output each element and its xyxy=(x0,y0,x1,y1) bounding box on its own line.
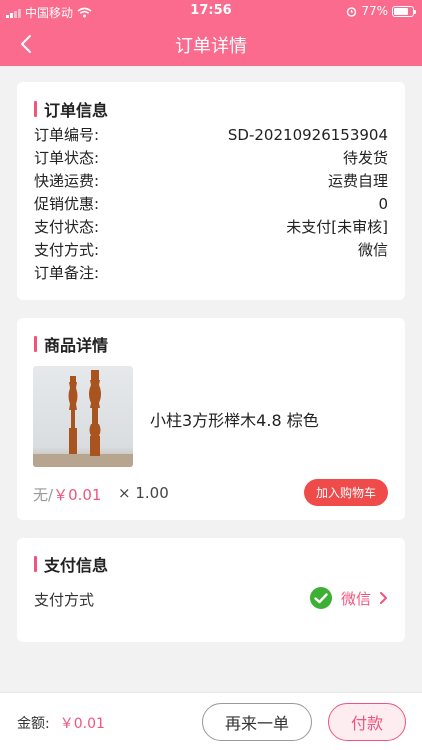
section-marker xyxy=(34,336,37,352)
section-marker xyxy=(34,101,37,117)
order-status-row: 订单状态: 待发货 xyxy=(34,149,388,167)
battery-percent: 77% xyxy=(361,4,388,18)
payment-method-value: 微信 xyxy=(357,241,388,259)
product-card: 商品详情 小柱3方形榉木4.8 棕色 无/ ￥0.01 × 1.00 加入购物车 xyxy=(17,318,405,520)
price-value: ￥0.01 xyxy=(53,486,102,504)
section-marker xyxy=(34,556,37,572)
alarm-icon xyxy=(347,6,357,17)
order-info-title: 订单信息 xyxy=(34,97,108,121)
order-status: 待发货 xyxy=(342,149,388,167)
payment-info-card: 支付信息 支付方式 微信 xyxy=(17,538,405,642)
status-bar: 中国移动 17:56 77% xyxy=(0,0,422,22)
product-image[interactable] xyxy=(33,366,133,467)
pay-button[interactable]: 付款 xyxy=(328,703,406,741)
footer-bar: 金额: ￥0.01 再来一单 付款 xyxy=(0,692,422,750)
promotion-discount: 0 xyxy=(378,194,388,213)
payment-status-row: 支付状态: 未支付[未审核] xyxy=(34,218,388,236)
shipping-fee: 运费自理 xyxy=(327,172,388,190)
amount-summary: 金额: ￥0.01 xyxy=(17,713,105,733)
price-prefix: 无/ xyxy=(33,486,54,504)
amount-label: 金额: xyxy=(17,716,50,732)
baluster-image xyxy=(33,370,133,467)
payment-method-label: 支付方式 xyxy=(34,591,95,609)
payment-method-selector[interactable]: 微信 xyxy=(309,586,388,610)
order-number-row: 订单编号: SD-20210926153904 xyxy=(34,125,388,145)
promotion-row: 促销优惠: 0 xyxy=(34,194,388,214)
order-number: SD-20210926153904 xyxy=(227,125,388,144)
payment-section-title: 支付信息 xyxy=(34,552,108,576)
amount-value: ￥0.01 xyxy=(59,716,105,732)
product-price: 无/ ￥0.01 xyxy=(33,484,101,505)
header: 中国移动 17:56 77% 订单详情 xyxy=(0,0,422,66)
payment-method-row: 支付方式: 微信 xyxy=(34,241,388,259)
battery-icon xyxy=(392,5,416,17)
chevron-right-icon xyxy=(380,592,387,604)
product-name[interactable]: 小柱3方形榉木4.8 棕色 xyxy=(150,407,319,431)
payment-status: 未支付[未审核] xyxy=(286,218,388,236)
order-info-card: 订单信息 订单编号: SD-20210926153904 订单状态: 待发货 快… xyxy=(17,82,405,300)
product-section-title: 商品详情 xyxy=(34,332,108,356)
shipping-fee-row: 快递运费: 运费自理 xyxy=(34,172,388,190)
nav-bar: 订单详情 xyxy=(0,22,422,66)
product-quantity: × 1.00 xyxy=(118,484,169,502)
reorder-button[interactable]: 再来一单 xyxy=(202,703,312,741)
wechat-icon xyxy=(309,587,332,609)
add-to-cart-button[interactable]: 加入购物车 xyxy=(304,479,388,506)
page-title: 订单详情 xyxy=(175,36,247,57)
payment-method-name: 微信 xyxy=(340,589,371,608)
order-note-row: 订单备注: xyxy=(34,264,100,282)
